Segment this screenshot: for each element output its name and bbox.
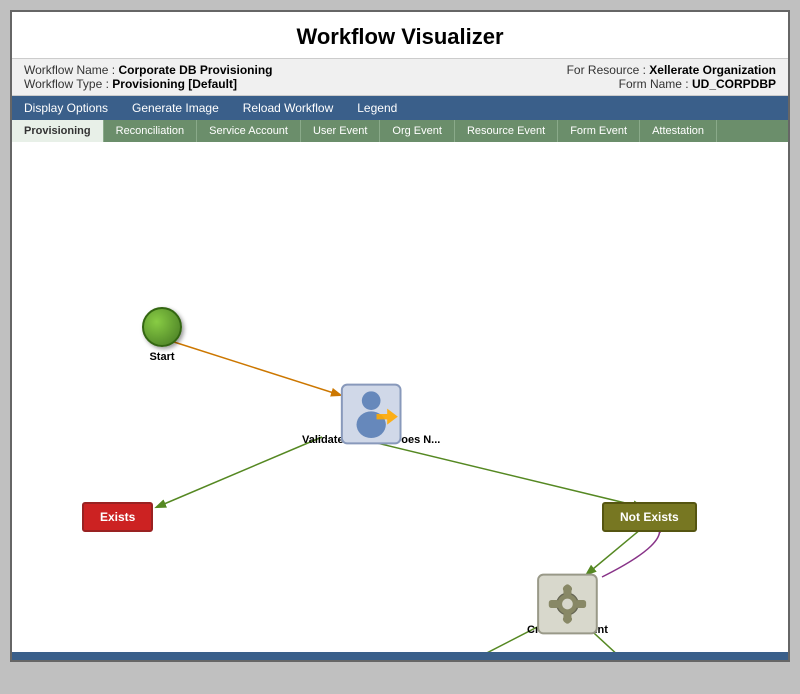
reload-workflow-button[interactable]: Reload Workflow [231,96,345,120]
tab-provisioning[interactable]: Provisioning [12,120,104,142]
tab-reconciliation[interactable]: Reconciliation [104,120,197,142]
page-title: Workflow Visualizer [12,12,788,58]
tab-form-event[interactable]: Form Event [558,120,640,142]
create-account-icon [543,572,591,620]
workflow-name-info: Workflow Name : Corporate DB Provisionin… [24,63,273,77]
legend-button[interactable]: Legend [345,96,409,120]
not-exists-node[interactable]: Not Exists [602,502,697,532]
exists-box[interactable]: Exists [82,502,153,532]
info-bar: Workflow Name : Corporate DB Provisionin… [12,58,788,96]
create-account-node[interactable]: Create Account [527,572,608,636]
exists-node[interactable]: Exists [82,502,153,532]
main-container: Workflow Visualizer Workflow Name : Corp… [10,10,790,662]
start-label: Start [142,351,182,363]
not-exists-box[interactable]: Not Exists [602,502,697,532]
for-resource-info: For Resource : Xellerate Organization [567,63,776,77]
toolbar: Display Options Generate Image Reload Wo… [12,96,788,120]
workflow-type-info: Workflow Type : Provisioning [Default] [24,77,237,91]
tab-resource-event[interactable]: Resource Event [455,120,558,142]
tab-user-event[interactable]: User Event [301,120,380,142]
tabs-bar: Provisioning Reconciliation Service Acco… [12,120,788,142]
bottom-bar [12,652,788,660]
start-node[interactable]: Start [142,307,182,363]
tab-service-account[interactable]: Service Account [197,120,301,142]
tab-org-event[interactable]: Org Event [380,120,455,142]
generate-image-button[interactable]: Generate Image [120,96,231,120]
display-options-button[interactable]: Display Options [12,96,120,120]
validate-node[interactable]: Validate Account Does N... [302,382,440,446]
tab-attestation[interactable]: Attestation [640,120,717,142]
validate-icon [347,382,395,430]
start-circle [142,307,182,347]
workflow-canvas: Start Validate Account Does N... Exi [12,142,788,652]
form-name-info: Form Name : UD_CORPDBP [619,77,776,91]
